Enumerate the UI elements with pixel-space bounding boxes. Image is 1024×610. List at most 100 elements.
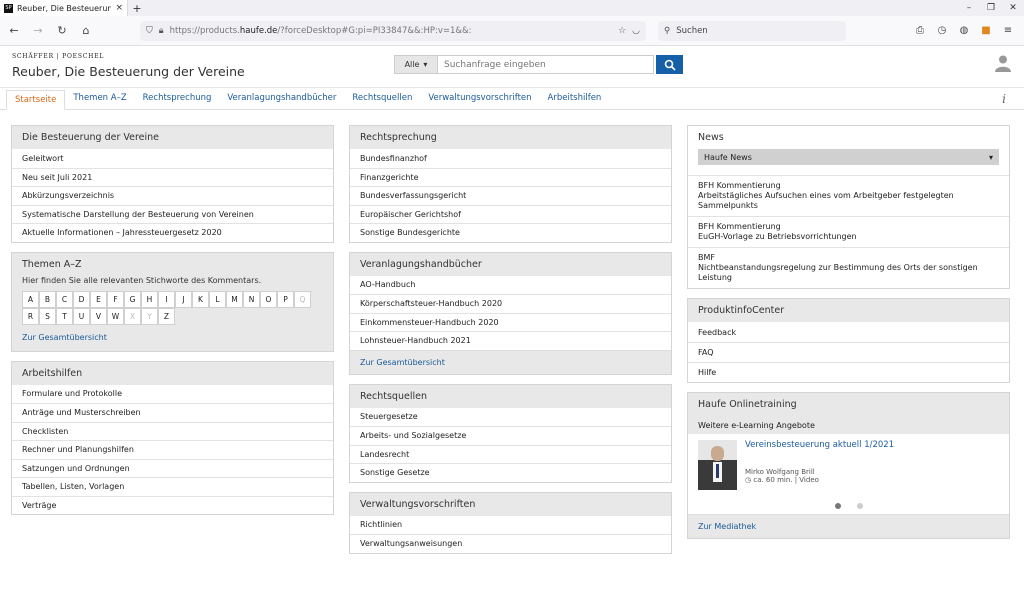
search-button[interactable] (656, 55, 683, 74)
forward-icon[interactable]: → (28, 24, 48, 37)
letter-button-j[interactable]: J (175, 290, 192, 308)
carousel-dot[interactable] (834, 502, 841, 509)
course-card[interactable]: Vereinsbesteuerung aktuell 1/2021 Mirko … (688, 434, 1009, 497)
news-source-select[interactable]: Haufe News ▾ (698, 149, 999, 165)
list-item[interactable]: Abkürzungsverzeichnis (12, 186, 333, 205)
news-item[interactable]: BMF Nichtbeanstandungsregelung zur Bestim… (688, 247, 1009, 288)
list-item[interactable]: Anträge und Musterschreiben (12, 403, 333, 422)
letter-button-s[interactable]: S (39, 307, 56, 325)
news-item[interactable]: BFH Kommentierung Arbeitstägliches Aufsuc… (688, 175, 1009, 216)
tab-veranlagungshandbuecher[interactable]: Veranlagungshandbücher (219, 89, 344, 109)
window-close-icon[interactable]: ✕ (1002, 0, 1024, 16)
gesamtuebersicht-link[interactable]: Zur Gesamtübersicht (22, 333, 107, 342)
user-icon[interactable] (994, 54, 1012, 72)
list-item[interactable]: Steuergesetze (350, 408, 671, 427)
letter-button-k[interactable]: K (192, 290, 209, 308)
letter-button-o[interactable]: O (260, 290, 277, 308)
print-icon[interactable]: ⎙ (914, 25, 926, 36)
gesamtuebersicht-link[interactable]: Zur Gesamtübersicht (360, 358, 445, 367)
letter-button-c[interactable]: C (56, 290, 73, 308)
url-bar[interactable]: ⛉ 🔒︎ https://products.haufe.de/?forceDes… (140, 20, 646, 41)
history-icon[interactable]: ◷ (936, 25, 948, 36)
bookmark-star-icon[interactable]: ☆ (618, 26, 626, 36)
letter-button-v[interactable]: V (90, 307, 107, 325)
list-item[interactable]: Arbeits- und Sozialgesetze (350, 426, 671, 445)
tab-arbeitshilfen[interactable]: Arbeitshilfen (540, 89, 610, 109)
list-item[interactable]: Feedback (688, 322, 1009, 342)
letter-button-d[interactable]: D (73, 290, 90, 308)
letter-button-g[interactable]: G (124, 290, 141, 308)
url-text[interactable]: https://products.haufe.de/?forceDesktop#… (170, 26, 613, 36)
list-item[interactable]: Verwaltungsanweisungen (350, 534, 671, 553)
list-item[interactable]: Systematische Darstellung der Besteuerun… (12, 204, 333, 224)
list-item[interactable]: Bundesfinanzhof (350, 149, 671, 168)
letter-button-a[interactable]: A (22, 290, 39, 308)
letter-button-u[interactable]: U (73, 307, 90, 325)
list-item[interactable]: Europäischer Gerichtshof (350, 204, 671, 224)
list-item[interactable]: Satzungen und Ordnungen (12, 458, 333, 478)
list-item[interactable]: Lohnsteuer-Handbuch 2021 (350, 331, 671, 350)
list-item[interactable]: FAQ (688, 342, 1009, 362)
shield-icon[interactable]: ⛉ (146, 26, 153, 36)
new-tab-icon[interactable]: + (128, 2, 146, 15)
back-icon[interactable]: ← (4, 24, 24, 37)
tab-startseite[interactable]: Startseite (6, 90, 66, 110)
letter-button-m[interactable]: M (226, 290, 243, 308)
letter-button-p[interactable]: P (277, 290, 294, 308)
list-item[interactable]: Richtlinien (350, 516, 671, 535)
letter-button-n[interactable]: N (243, 290, 260, 308)
letter-button-e[interactable]: E (90, 290, 107, 308)
letter-button-r[interactable]: R (22, 307, 39, 325)
pocket-icon[interactable]: ◡ (632, 26, 640, 36)
list-item[interactable]: Verträge (12, 495, 333, 515)
list-item[interactable]: Neu seit Juli 2021 (12, 167, 333, 187)
list-item[interactable]: Bundesverfassungsgericht (350, 186, 671, 205)
tab-rechtsquellen[interactable]: Rechtsquellen (344, 89, 420, 109)
letter-button-b[interactable]: B (39, 290, 56, 308)
list-item[interactable]: Landesrecht (350, 444, 671, 464)
list-item[interactable]: Rechner und Planungshilfen (12, 440, 333, 459)
home-icon[interactable]: ⌂ (76, 24, 96, 37)
menu-icon[interactable]: ≡ (1002, 25, 1014, 36)
list-item[interactable]: AO-Handbuch (350, 276, 671, 295)
letter-button-z[interactable]: Z (158, 307, 175, 325)
letter-button-i[interactable]: I (158, 290, 175, 308)
tab-verwaltungsvorschriften[interactable]: Verwaltungsvorschriften (420, 89, 539, 109)
course-title-link[interactable]: Vereinsbesteuerung aktuell 1/2021 (745, 440, 894, 450)
list-item[interactable]: Einkommensteuer-Handbuch 2020 (350, 312, 671, 332)
list-item[interactable]: Sonstige Bundesgerichte (350, 223, 671, 242)
browser-tab[interactable]: SP Reuber, Die Besteuerung der Ve × (0, 0, 128, 16)
minimize-icon[interactable]: – (958, 0, 980, 16)
letter-button-w[interactable]: W (107, 307, 124, 325)
list-item[interactable]: Hilfe (688, 362, 1009, 382)
mediathek-link[interactable]: Zur Mediathek (698, 522, 756, 531)
carousel-dot[interactable] (856, 502, 863, 509)
search-scope-select[interactable]: Alle ▾ (394, 55, 438, 74)
news-item[interactable]: BFH Kommentierung EuGH-Vorlage zu Betrieb… (688, 216, 1009, 247)
tab-rechtsprechung[interactable]: Rechtsprechung (135, 89, 220, 109)
info-icon[interactable]: i (1002, 92, 1006, 106)
list-item[interactable]: Körperschaftsteuer-Handbuch 2020 (350, 294, 671, 313)
panel-veranlagungshandbuecher: Veranlagungshandbücher AO-Handbuch Körpe… (349, 251, 672, 375)
list-item[interactable]: Aktuelle Informationen – Jahressteuerges… (12, 223, 333, 242)
list-item[interactable]: Geleitwort (12, 149, 333, 168)
browser-search-field[interactable]: ⚲ Suchen (658, 20, 846, 41)
addon-icon[interactable]: ■ (980, 25, 992, 36)
course-thumbnail[interactable] (698, 440, 737, 490)
reload-icon[interactable]: ↻ (52, 24, 72, 37)
restore-icon[interactable]: ❐ (980, 0, 1002, 16)
list-item[interactable]: Tabellen, Listen, Vorlagen (12, 477, 333, 496)
list-item[interactable]: Formulare und Protokolle (12, 385, 333, 404)
letter-button-f[interactable]: F (107, 290, 124, 308)
letter-button-h[interactable]: H (141, 290, 158, 308)
search-input[interactable] (438, 55, 654, 74)
tab-themen[interactable]: Themen A–Z (65, 89, 134, 109)
extension-icon[interactable]: ◍ (958, 25, 970, 36)
close-icon[interactable]: × (115, 3, 123, 13)
list-item[interactable]: Finanzgerichte (350, 167, 671, 187)
letter-button-l[interactable]: L (209, 290, 226, 308)
letter-button-t[interactable]: T (56, 307, 73, 325)
lock-icon[interactable]: 🔒︎ (159, 26, 164, 36)
list-item[interactable]: Sonstige Gesetze (350, 463, 671, 482)
list-item[interactable]: Checklisten (12, 421, 333, 441)
